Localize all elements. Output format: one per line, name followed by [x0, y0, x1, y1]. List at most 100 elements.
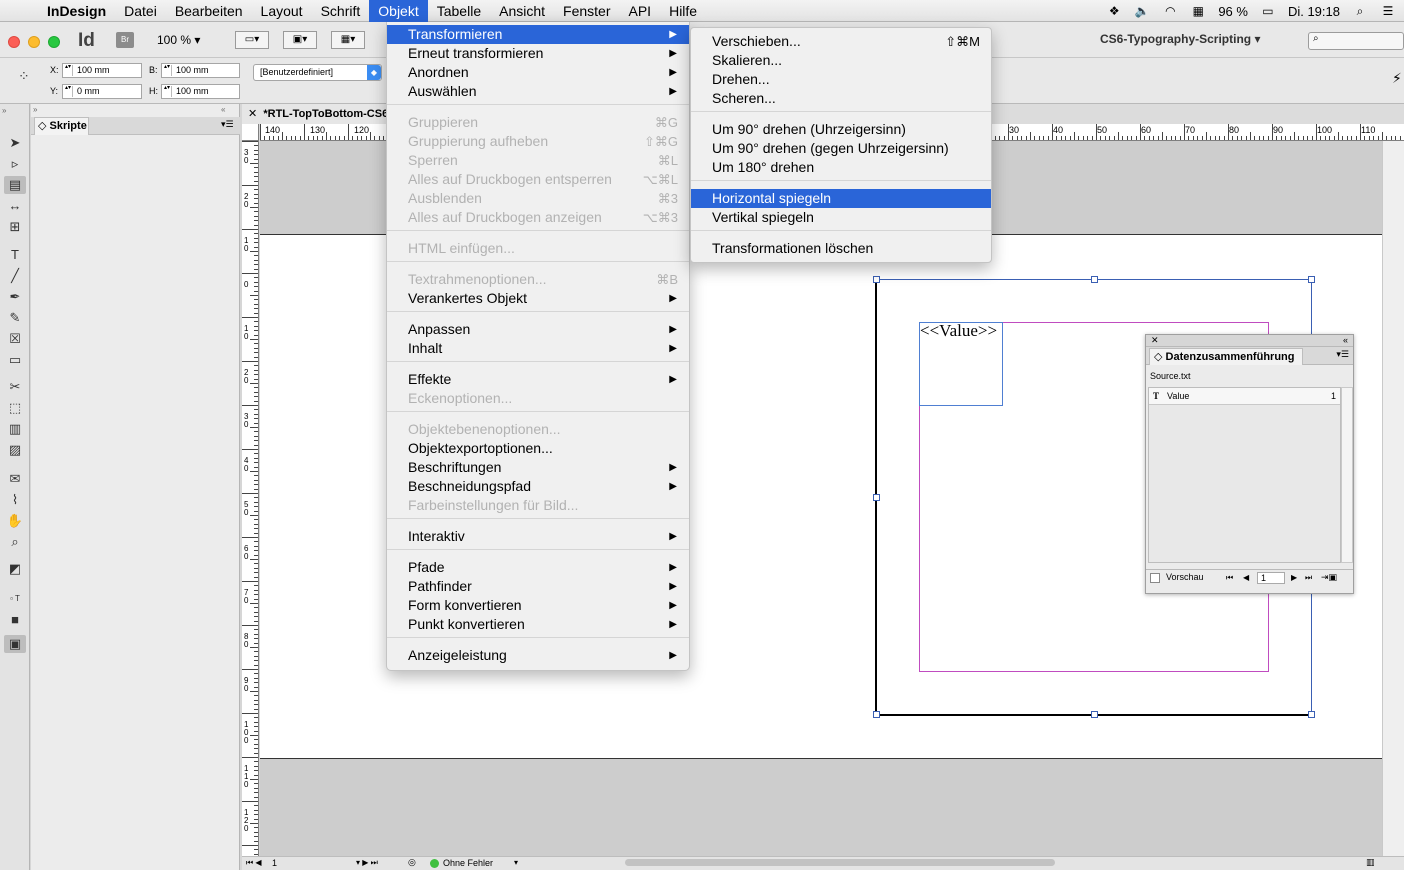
apple-menu-icon[interactable] [0, 0, 38, 22]
collapse-panel-icon-right[interactable]: « [221, 105, 225, 114]
gradient-swatch-tool-icon[interactable]: ▥ [4, 420, 26, 438]
hand-tool-icon[interactable]: ✋ [4, 512, 26, 530]
menu-item-form-konvertieren[interactable]: Form konvertieren ▶ [387, 596, 689, 615]
submenu-item-horizontal-spiegeln[interactable]: Horizontal spiegeln [691, 189, 991, 208]
split-window-icon[interactable]: ▥ [1366, 857, 1375, 868]
submenu-item-vertikal-spiegeln[interactable]: Vertikal spiegeln [691, 208, 991, 227]
help-search-input[interactable]: ⌕ [1308, 32, 1404, 50]
document-tab[interactable]: ✕ *RTL-TopToBottom-CS6 [242, 104, 387, 124]
minimize-window-button[interactable] [28, 36, 40, 48]
frame-handle[interactable] [873, 711, 880, 718]
object-style-select[interactable]: [Benutzerdefiniert] ◆ [253, 64, 382, 81]
y-field[interactable]: ▴▾ 0 mm [62, 84, 142, 99]
frame-handle[interactable] [873, 276, 880, 283]
content-collector-icon[interactable]: ⊞ [4, 218, 26, 236]
frame-handle[interactable] [1091, 276, 1098, 283]
preview-checkbox[interactable] [1150, 573, 1160, 583]
scissors-tool-icon[interactable]: ✂ [4, 378, 26, 396]
collapse-toolbox-icon[interactable]: » [2, 106, 6, 115]
gap-tool-icon[interactable]: ↔ [4, 197, 26, 215]
rectangle-frame-tool-icon[interactable]: ☒ [4, 330, 26, 348]
menu-item-pfade[interactable]: Pfade ▶ [387, 558, 689, 577]
menu-item-transformieren[interactable]: Transformieren ▶ [387, 25, 689, 44]
menu-item-anzeigeleistung[interactable]: Anzeigeleistung ▶ [387, 646, 689, 665]
menu-item-beschneidungspfad[interactable]: Beschneidungspfad ▶ [387, 477, 689, 496]
battery-percent[interactable]: 96 % [1218, 4, 1248, 19]
menu-ansicht[interactable]: Ansicht [490, 0, 554, 22]
menu-api[interactable]: API [620, 0, 661, 22]
submenu-item-scheren[interactable]: Scheren... [691, 89, 991, 108]
line-tool-icon[interactable]: ╱ [4, 267, 26, 285]
previous-record-icon[interactable]: ◀ [1243, 570, 1249, 585]
format-container-icon[interactable]: ▫ T [4, 590, 26, 608]
ruler-origin[interactable] [242, 124, 259, 141]
menu-item-interaktiv[interactable]: Interaktiv ▶ [387, 527, 689, 546]
create-merged-document-icon[interactable]: ⇥▣ [1321, 570, 1337, 585]
note-tool-icon[interactable]: ✉ [4, 470, 26, 488]
frame-handle[interactable] [1308, 276, 1315, 283]
submenu-item-transformationen-löschen[interactable]: Transformationen löschen [691, 239, 991, 258]
pen-tool-icon[interactable]: ✒ [4, 288, 26, 306]
workspace-switcher[interactable]: CS6-Typography-Scripting ▾ [1100, 32, 1260, 46]
menu-fenster[interactable]: Fenster [554, 0, 619, 22]
calendar-icon[interactable]: ▦ [1190, 4, 1206, 18]
view-options-button[interactable]: ▭▾ [235, 31, 269, 49]
menu-bearbeiten[interactable]: Bearbeiten [166, 0, 252, 22]
screen-mode-icon[interactable]: ▣ [4, 635, 26, 653]
menu-layout[interactable]: Layout [252, 0, 312, 22]
zoom-tool-icon[interactable]: ⌕ [4, 533, 26, 551]
menu-datei[interactable]: Datei [115, 0, 166, 22]
submenu-item-um-180-drehen[interactable]: Um 180° drehen [691, 158, 991, 177]
page-number-field[interactable]: 1 [272, 858, 277, 868]
height-field[interactable]: ▴▾ 100 mm [161, 84, 240, 99]
submenu-item-um-90-drehen-uhrzeigersinn[interactable]: Um 90° drehen (Uhrzeigersinn) [691, 120, 991, 139]
battery-icon[interactable]: ▭ [1260, 4, 1276, 18]
tab-skripte[interactable]: ◇ Skripte [34, 117, 89, 135]
panel-options-icon[interactable]: ▾☰ [1336, 349, 1349, 360]
menu-item-pathfinder[interactable]: Pathfinder ▶ [387, 577, 689, 596]
field-list[interactable]: T Value 1 [1148, 387, 1341, 563]
preflight-menu-icon[interactable]: ▾ [514, 858, 518, 867]
spotlight-icon[interactable]: ⌕ [1352, 4, 1368, 18]
direct-selection-tool-icon[interactable]: ▹ [4, 155, 26, 173]
apply-color-icon[interactable]: ■ [4, 611, 26, 629]
preflight-status[interactable]: Ohne Fehler [443, 858, 493, 868]
x-field[interactable]: ▴▾ 100 mm [62, 63, 142, 78]
last-record-icon[interactable]: ⏭ [1305, 570, 1312, 585]
next-record-icon[interactable]: ▶ [1291, 570, 1297, 585]
arrange-documents-button[interactable]: ▦▾ [331, 31, 365, 49]
menu-item-objektexportoptionen[interactable]: Objektexportoptionen... [387, 439, 689, 458]
merge-placeholder-text[interactable]: <<Value>> [920, 321, 997, 341]
menu-item-auswählen[interactable]: Auswählen ▶ [387, 82, 689, 101]
collapse-panel-icon[interactable]: « [1343, 335, 1348, 346]
page-tool-icon[interactable]: ▤ [4, 176, 26, 194]
menu-objekt[interactable]: Objekt [369, 0, 428, 22]
screen-mode-button[interactable]: ▣▾ [283, 31, 317, 49]
reference-point-icon[interactable]: ⁘ [18, 68, 40, 90]
list-item[interactable]: T Value 1 [1149, 388, 1340, 405]
bridge-button[interactable]: Br [116, 32, 134, 48]
close-tab-icon[interactable]: ✕ [248, 108, 257, 120]
frame-handle[interactable] [1308, 711, 1315, 718]
notification-center-icon[interactable]: ☰ [1380, 4, 1396, 18]
menu-item-verankertes-objekt[interactable]: Verankertes Objekt ▶ [387, 289, 689, 308]
submenu-item-um-90-drehen-gegen-uhrzeigersinn[interactable]: Um 90° drehen (gegen Uhrzeigersinn) [691, 139, 991, 158]
pencil-tool-icon[interactable]: ✎ [4, 309, 26, 327]
menu-tabelle[interactable]: Tabelle [428, 0, 490, 22]
panel-menu-icon[interactable]: ⚡ [1392, 70, 1402, 87]
type-tool-icon[interactable]: T [4, 246, 26, 264]
first-record-icon[interactable]: ⏮ [1226, 570, 1233, 585]
zoom-level[interactable]: 100 % ▾ [157, 33, 200, 47]
gradient-feather-tool-icon[interactable]: ▨ [4, 441, 26, 459]
menu-item-beschriftungen[interactable]: Beschriftungen ▶ [387, 458, 689, 477]
close-panel-icon[interactable]: ✕ [1151, 335, 1159, 345]
rectangle-tool-icon[interactable]: ▭ [4, 351, 26, 369]
wifi-icon[interactable]: ◠ [1162, 4, 1178, 18]
zoom-window-button[interactable] [48, 36, 60, 48]
menu-item-erneut-transformieren[interactable]: Erneut transformieren ▶ [387, 44, 689, 63]
horizontal-scrollbar-thumb[interactable] [625, 859, 1055, 866]
menu-item-effekte[interactable]: Effekte ▶ [387, 370, 689, 389]
collapse-panel-icon[interactable]: » [33, 105, 37, 114]
submenu-item-skalieren[interactable]: Skalieren... [691, 51, 991, 70]
free-transform-tool-icon[interactable]: ⬚ [4, 399, 26, 417]
